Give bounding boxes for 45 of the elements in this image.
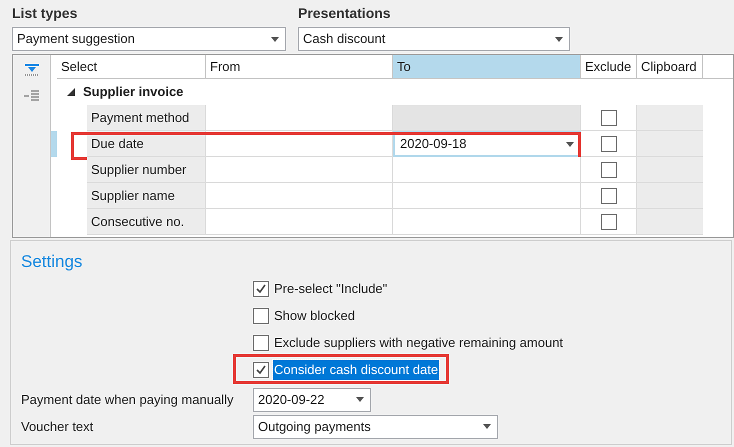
row-label: Consecutive no. bbox=[87, 209, 206, 235]
settings-title: Settings bbox=[21, 251, 84, 273]
checkbox[interactable] bbox=[253, 308, 269, 324]
from-field[interactable] bbox=[206, 157, 393, 183]
from-field[interactable] bbox=[206, 183, 393, 209]
checkbox-label[interactable]: Consider cash discount date bbox=[273, 360, 440, 380]
to-field[interactable] bbox=[393, 183, 581, 209]
expand-all-icon[interactable] bbox=[24, 63, 40, 77]
dropdown[interactable]: Outgoing payments bbox=[253, 414, 498, 438]
dropdown[interactable]: Payment suggestion bbox=[12, 27, 286, 51]
list-types-label: List types bbox=[12, 4, 78, 22]
caret-icon bbox=[555, 36, 563, 42]
to-field[interactable] bbox=[393, 209, 581, 235]
caret-icon bbox=[271, 36, 279, 42]
collapse-all-icon[interactable] bbox=[24, 89, 40, 103]
to-field[interactable] bbox=[393, 157, 581, 183]
checkbox-label[interactable]: Exclude suppliers with negative remaining amount bbox=[273, 333, 564, 353]
dropdown[interactable]: Cash discount bbox=[298, 27, 570, 51]
field-label: Voucher text bbox=[21, 418, 94, 436]
caret-icon bbox=[566, 142, 574, 146]
row-label: Supplier name bbox=[87, 183, 206, 209]
checkbox[interactable] bbox=[600, 188, 616, 204]
row-label: Payment method bbox=[87, 105, 206, 131]
checkbox[interactable] bbox=[253, 281, 269, 297]
checkbox[interactable] bbox=[600, 162, 616, 178]
row-label: Supplier number bbox=[87, 157, 206, 183]
dropdown[interactable]: 2020-09-22 bbox=[253, 388, 371, 412]
caret-icon bbox=[356, 397, 364, 402]
checkbox[interactable] bbox=[253, 335, 269, 351]
expand-toggle-icon[interactable] bbox=[67, 88, 75, 96]
checkbox-label[interactable]: Pre-select "Include" bbox=[273, 279, 388, 299]
group-label: Supplier invoice bbox=[83, 83, 184, 102]
check-icon bbox=[255, 283, 267, 295]
caret-icon bbox=[483, 424, 491, 429]
checkbox[interactable] bbox=[600, 136, 616, 152]
checkbox[interactable] bbox=[600, 214, 616, 230]
column-header[interactable]: To bbox=[393, 55, 581, 78]
presentations-label: Presentations bbox=[298, 4, 392, 22]
checkbox[interactable] bbox=[600, 110, 616, 126]
check-icon bbox=[255, 364, 267, 376]
field-label: Payment date when paying manually bbox=[21, 390, 234, 409]
checkbox-label[interactable]: Show blocked bbox=[273, 306, 356, 326]
from-field[interactable] bbox=[206, 209, 393, 235]
checkbox[interactable] bbox=[253, 362, 269, 378]
from-field[interactable] bbox=[206, 105, 393, 131]
